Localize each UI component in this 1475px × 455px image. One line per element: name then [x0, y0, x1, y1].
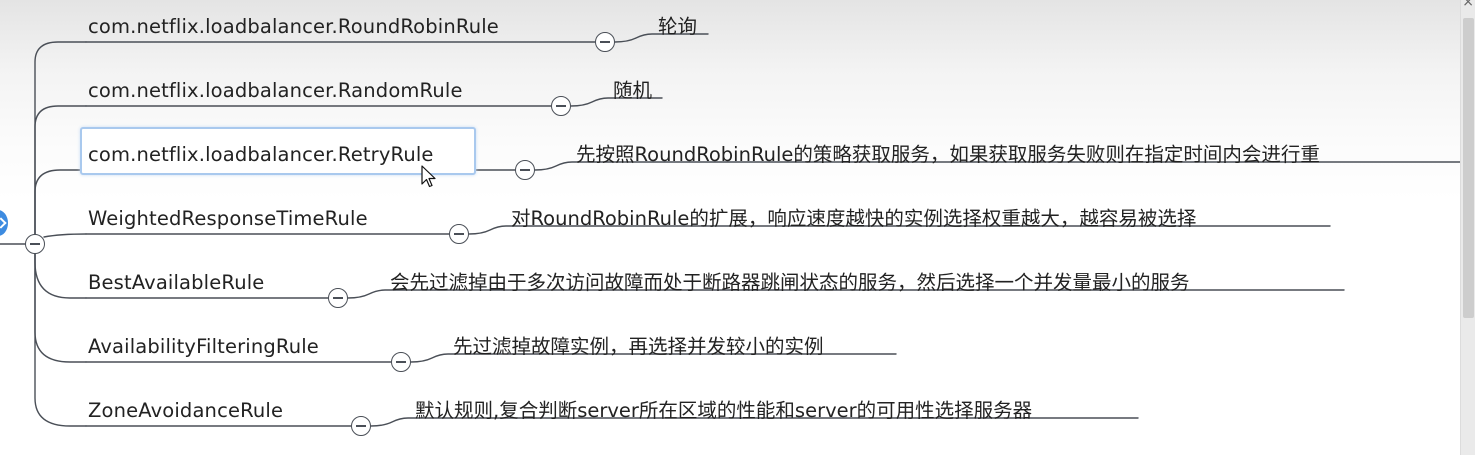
minus-circle-icon[interactable] [449, 224, 469, 244]
trunk-branch-n3 [34, 169, 87, 245]
note-text-n6[interactable]: 先过滤掉故障实例，再选择并发较小的实例 [453, 333, 824, 361]
note-text-n7[interactable]: 默认规则,复合判断server所在区域的性能和server的可用性选择服务器 [415, 397, 1032, 425]
trunk-branch-n5 [34, 251, 87, 299]
note-text-n4[interactable]: 对RoundRobinRule的扩展，响应速度越快的实例选择权重越大，越容易被选… [511, 205, 1196, 233]
trunk-branch-n4 [43, 233, 87, 238]
scrollbar-thumb[interactable] [1463, 18, 1474, 318]
minus-circle-icon[interactable] [595, 32, 615, 52]
minus-circle-icon[interactable] [391, 352, 411, 372]
node-label-n2[interactable]: com.netflix.loadbalancer.RandomRule [88, 77, 463, 105]
mouse-pointer-icon [421, 165, 436, 188]
trunk-branch-n7 [34, 251, 87, 427]
node-label-n1[interactable]: com.netflix.loadbalancer.RoundRobinRule [88, 13, 499, 41]
minus-circle-icon[interactable] [551, 96, 571, 116]
close-icon[interactable]: × [1462, 0, 1474, 10]
node-label-n4[interactable]: WeightedResponseTimeRule [88, 205, 368, 233]
node-label-n5[interactable]: BestAvailableRule [88, 269, 264, 297]
trunk-branch-n1 [34, 41, 87, 245]
node-label-n7[interactable]: ZoneAvoidanceRule [88, 397, 283, 425]
minus-circle-icon[interactable] [515, 160, 535, 180]
minus-circle-icon[interactable] [328, 288, 348, 308]
note-text-n2[interactable]: 随机 [613, 77, 652, 105]
note-text-n1[interactable]: 轮询 [658, 13, 697, 41]
vertical-scrollbar[interactable] [1460, 0, 1475, 455]
trunk-branch-n6 [34, 251, 87, 363]
minus-circle-icon[interactable] [351, 416, 371, 436]
note-text-n5[interactable]: 会先过滤掉由于多次访问故障而处于断路器跳闸状态的服务，然后选择一个并发量最小的服… [390, 269, 1190, 297]
node-label-n6[interactable]: AvailabilityFilteringRule [88, 333, 319, 361]
root-collapse-button[interactable] [25, 234, 45, 254]
node-label-n3[interactable]: com.netflix.loadbalancer.RetryRule [88, 141, 434, 169]
note-text-n3[interactable]: 先按照RoundRobinRule的策略获取服务，如果获取服务失败则在指定时间内… [576, 141, 1320, 169]
